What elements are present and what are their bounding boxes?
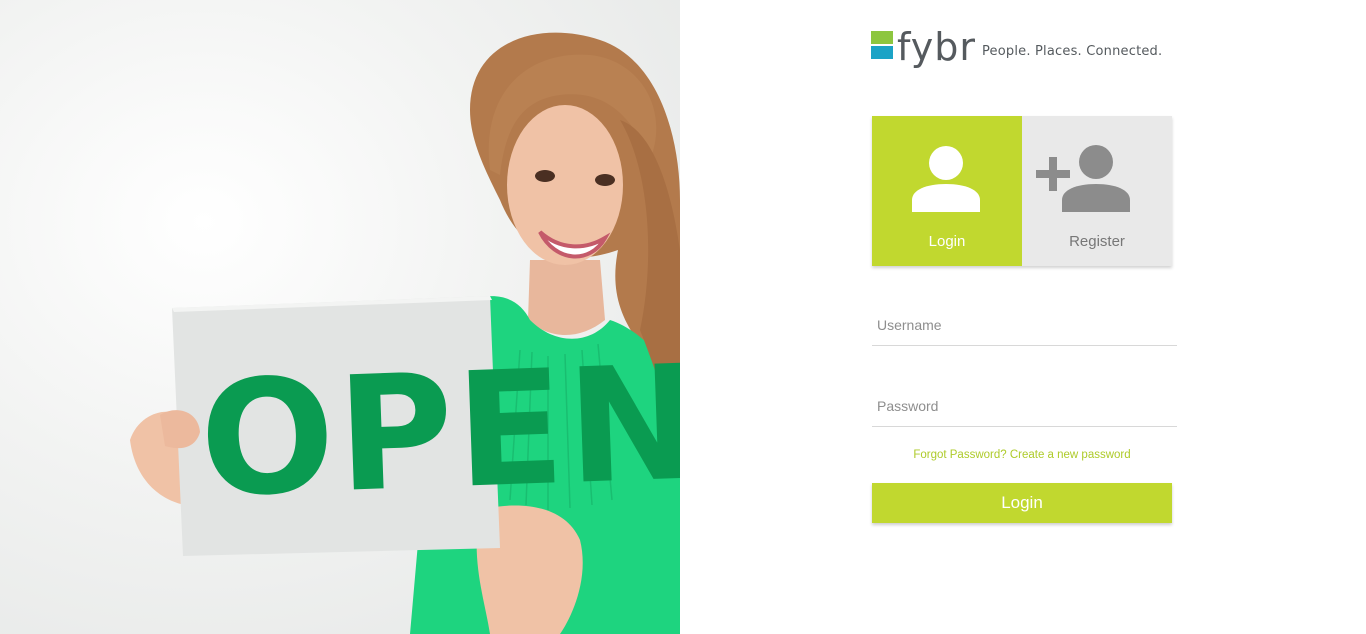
tab-login-label: Login <box>928 233 966 250</box>
login-panel: fybr People. Places. Connected. Login Re… <box>680 0 1366 634</box>
password-input[interactable] <box>872 379 1177 426</box>
auth-tabs: Login Register <box>872 116 1172 266</box>
brand-logo: fybr People. Places. Connected. <box>871 27 1162 67</box>
logo-mark-icon <box>871 31 893 59</box>
password-field-wrapper <box>872 379 1177 427</box>
hero-image: OPEN <box>0 0 680 634</box>
login-button[interactable]: Login <box>872 483 1172 523</box>
tab-register-label: Register <box>1069 233 1125 250</box>
username-input[interactable] <box>872 298 1177 345</box>
logo-tagline: People. Places. Connected. <box>981 44 1163 59</box>
username-field-wrapper <box>872 298 1177 346</box>
tab-register[interactable]: Register <box>1022 116 1172 266</box>
logo-wordmark: fybr <box>897 25 976 69</box>
tab-login[interactable]: Login <box>872 116 1022 266</box>
sign-text: OPEN <box>197 331 680 532</box>
forgot-password-link[interactable]: Forgot Password? Create a new password <box>872 449 1172 461</box>
